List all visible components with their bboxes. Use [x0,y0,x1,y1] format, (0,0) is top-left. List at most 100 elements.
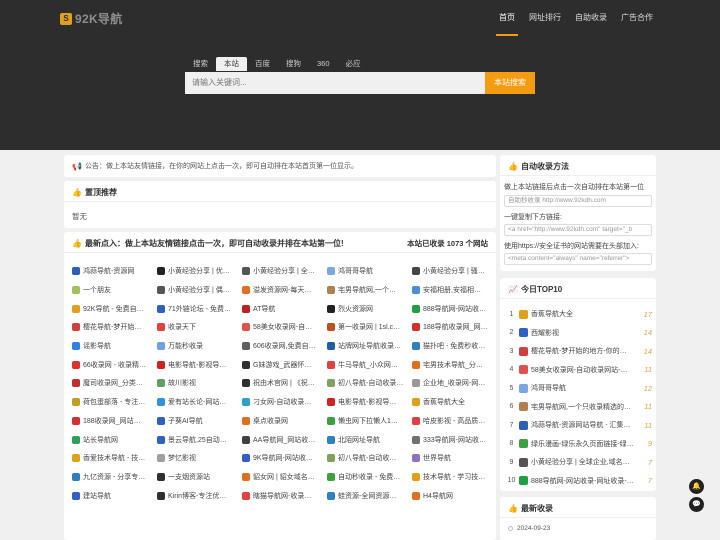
site-link[interactable]: 9K导航网-网站收… [242,449,327,468]
nav-ads[interactable]: 广告合作 [614,0,660,36]
tab-baidu[interactable]: 百度 [247,57,278,71]
site-link[interactable]: 故川影视 [157,374,242,393]
site-name: 万能秒收录 [168,343,203,351]
site-link[interactable]: 小黄经验分享 | 全… [242,262,327,281]
site-link[interactable]: 188导航收录网_网… [412,318,497,337]
site-link[interactable]: Kirin博客-专注优… [157,486,242,505]
site-link[interactable]: H4导航网 [412,486,497,505]
site-link[interactable]: 荷包蛋部落 - 专注… [72,393,157,412]
site-link[interactable]: 第一收录网 | 1sl.c… [327,318,412,337]
site-link[interactable]: 北陌网址导航 [327,430,412,449]
site-link[interactable]: 祝由术官网 | 《祝… [242,374,327,393]
thumbs-up-icon: 👍 [72,188,82,197]
site-link[interactable]: 烈火资源网 [327,299,412,318]
top10-item[interactable]: 1 香蕉导航大全 17 [506,305,652,324]
site-link[interactable]: 香爱技术导航 - 技… [72,449,157,468]
site-link[interactable]: 懒虫网下拉懒人1… [327,412,412,431]
site-link[interactable]: 哈皮影视 - 高品质… [412,412,497,431]
search-input[interactable] [185,72,485,94]
top10-item[interactable]: 6 宅男导航网,一个只收录精选的… 11 [506,398,652,417]
top10-item[interactable]: 4 58美女收录网-自动收录网站-… 11 [506,361,652,380]
site-link[interactable]: 66收录网 - 收录精… [72,355,157,374]
site-link[interactable]: 站长导航网 [72,430,157,449]
site-link[interactable]: 貂女网 | 貂女域名… [242,468,327,487]
site-link[interactable]: 企业地_收录网-网… [412,374,497,393]
site-link[interactable]: 一个朋友 [72,281,157,300]
site-link[interactable]: AT导航 [242,299,327,318]
site-link[interactable]: 溢发资源网-每天… [242,281,327,300]
top10-item[interactable]: 2 西耀影视 14 [506,324,652,343]
top10-item[interactable]: 8 绿乐漫画-绿乐永久页面链接-绿… 9 [506,435,652,454]
site-link[interactable]: 小黄经验分享 | 偶… [157,281,242,300]
site-link[interactable]: 桌点收录网 [242,412,327,431]
site-link[interactable]: AA导航网_网站收… [242,430,327,449]
site-link[interactable]: 收录天下 [157,318,242,337]
top10-item[interactable]: 3 樱花导航-梦开始的地方-你的… 14 [506,342,652,361]
top10-item[interactable]: 9 小黄经验分享 | 全球企业,域名… 7 [506,453,652,472]
site-link[interactable]: 谣影导航 [72,337,157,356]
site-link[interactable]: 初八导航-自动收录… [327,374,412,393]
search-button[interactable]: 本站搜索 [485,72,535,94]
site-link[interactable]: 初八导航-自动收… [327,449,412,468]
tab-sogou[interactable]: 搜狗 [278,57,309,71]
site-link[interactable]: 牛马导航_小众网… [327,355,412,374]
site-link[interactable]: 万能秒收录 [157,337,242,356]
site-favicon-icon [72,435,80,444]
site-link[interactable]: 58美女收录网-自… [242,318,327,337]
site-link[interactable]: G妹游戏_武器怀… [242,355,327,374]
site-name: 貂女网 | 貂女域名… [253,473,315,481]
site-link[interactable]: 606收录网,免费自… [242,337,327,356]
site-link[interactable]: 小黄经验分享 | 骚… [412,262,497,281]
top10-item[interactable]: 7 鸿蒜导航-资源网站导航 - 汇集… 11 [506,416,652,435]
tab-site[interactable]: 本站 [216,57,247,71]
site-link[interactable]: 樱花导航-梦开始… [72,318,157,337]
nav-home[interactable]: 首页 [492,0,522,36]
tab-search[interactable]: 搜索 [185,57,216,71]
site-link[interactable]: 电影导航-影视导… [157,355,242,374]
site-link[interactable]: 小黄经验分享 | 优… [157,262,242,281]
site-link[interactable]: 站牌网址导航收录… [327,337,412,356]
site-link[interactable]: 一支烟资源站 [157,468,242,487]
site-link[interactable]: 梦忆影视 [157,449,242,468]
site-link[interactable]: 333导航网-网站收… [412,430,497,449]
site-link[interactable]: 子葵AI导航 [157,412,242,431]
site-link[interactable]: 魔司收录网_分类… [72,374,157,393]
site-link[interactable]: 世界导航 [412,449,497,468]
site-link[interactable]: 猫扑吧 - 免费秒收… [412,337,497,356]
site-link[interactable]: 188收录网_网站… [72,412,157,431]
link-code-field[interactable]: <a href="http://www.92kdh.com" target="_… [504,224,652,236]
top10-item[interactable]: 10 888导航网-网站收录-网址收录-… 7 [506,472,652,491]
site-link[interactable]: 技术导航 - 学习技… [412,468,497,487]
site-link[interactable]: 宅男技术导航_分… [412,355,497,374]
site-link[interactable]: 92K导航 - 免费自… [72,299,157,318]
site-favicon-icon [412,304,420,313]
site-link[interactable]: 九亿资源 - 分享专… [72,468,157,487]
top10-item[interactable]: 5 鸿哥哥导航 12 [506,379,652,398]
site-link[interactable]: 蛙资源-全网资源… [327,486,412,505]
howto-title: 自动收录方法 [521,162,569,171]
site-link[interactable]: 鸿哥哥导航 [327,262,412,281]
site-link[interactable]: 自动秒收录 - 免费… [327,468,412,487]
site-link[interactable]: 爱有站长论-网站… [157,393,242,412]
bell-icon[interactable]: 🔔 [689,479,704,494]
site-link[interactable]: 香蕉导航大全 [412,393,497,412]
site-link[interactable]: 安福相册,安福相… [412,281,497,300]
chat-icon[interactable]: 💬 [689,497,704,512]
site-link[interactable]: 鸿蒜导航-资源网 [72,262,157,281]
site-link[interactable]: 888导航网-网站收… [412,299,497,318]
site-name: 71外链论坛 - 免费… [168,305,232,313]
site-logo[interactable]: S 92K导航 [60,10,123,27]
tab-bing[interactable]: 必应 [338,57,369,71]
site-link[interactable]: 宅男导航网,一个… [327,281,412,300]
meta-code-field[interactable]: <meta content="always" name="referrer"> [504,253,652,265]
tab-360[interactable]: 360 [309,57,338,71]
site-link[interactable]: 建站导航 [72,486,157,505]
site-link[interactable]: 景云导航,25自动… [157,430,242,449]
site-link[interactable]: 电影导航-影视导… [327,393,412,412]
nav-submit[interactable]: 自助收录 [568,0,614,36]
site-link[interactable]: 瞎猫导航网-收录… [242,486,327,505]
site-link[interactable]: 71外链论坛 - 免费… [157,299,242,318]
submit-url-field[interactable]: 自助秒收录 http://www.92kdh.com [504,195,652,207]
site-link[interactable]: 刁女网-自动收录… [242,393,327,412]
nav-ranking[interactable]: 网址排行 [522,0,568,36]
